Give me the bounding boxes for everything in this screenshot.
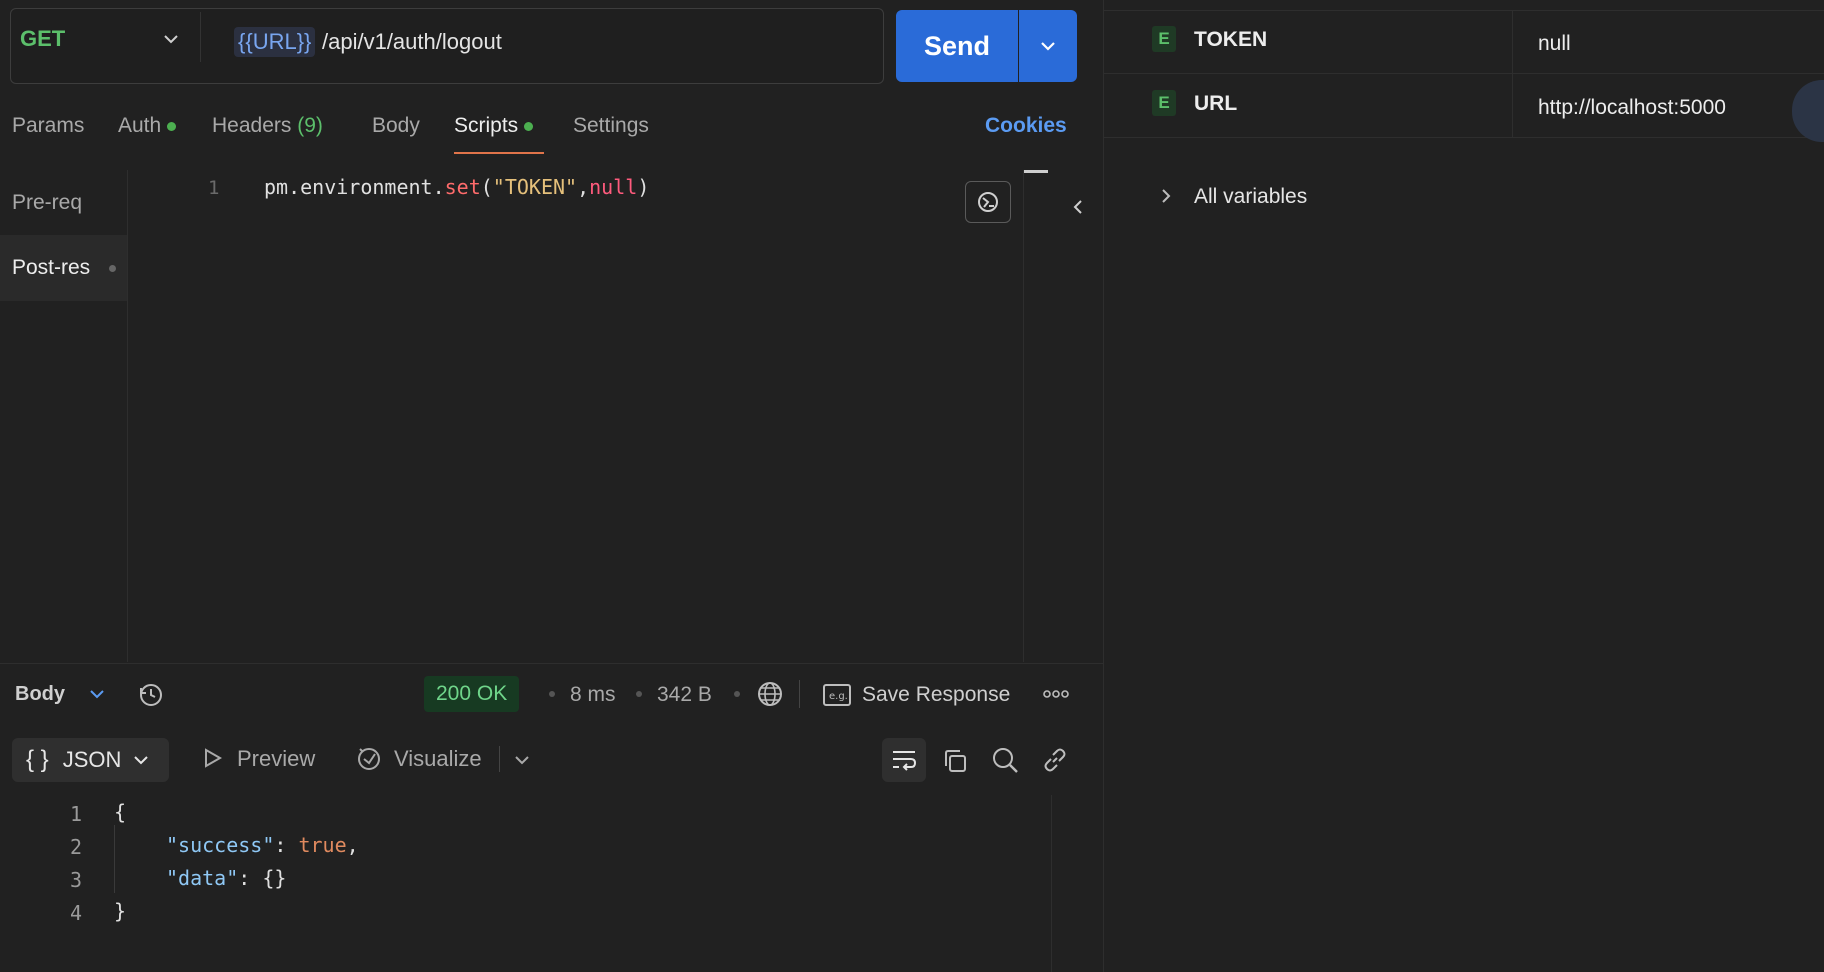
row-divider (1104, 10, 1824, 11)
sidebar-item-pre-request[interactable]: Pre-req (12, 191, 82, 215)
chevron-right-icon[interactable] (1156, 186, 1176, 206)
tab-auth[interactable]: Auth (118, 114, 177, 138)
separator-dot (636, 691, 642, 697)
environment-badge: E (1152, 90, 1176, 116)
code-line: "data": {} (166, 866, 287, 890)
tab-scripts[interactable]: Scripts (454, 114, 534, 138)
line-number: 4 (69, 901, 82, 925)
scrollbar-thumb[interactable] (1024, 170, 1048, 173)
response-size[interactable]: 342 B (657, 683, 712, 707)
row-divider (1104, 137, 1824, 138)
code-line: { (114, 800, 127, 824)
variable-name[interactable]: TOKEN (1194, 28, 1267, 52)
separator-dot (734, 691, 740, 697)
environment-badge: E (1152, 26, 1176, 52)
environment-pane: E TOKEN null E URL http://localhost:5000… (1104, 0, 1824, 972)
response-time[interactable]: 8 ms (570, 683, 616, 707)
chevron-down-icon[interactable] (160, 28, 182, 50)
request-pane: GET {{URL}} /api/v1/auth/logout Send Par… (0, 0, 1103, 972)
search-icon[interactable] (990, 745, 1020, 775)
line-number: 1 (69, 802, 82, 826)
toolbar-divider (499, 746, 500, 772)
save-response-button[interactable]: Save Response (862, 683, 1010, 707)
snippets-button[interactable] (965, 181, 1011, 223)
script-editor[interactable]: pm.environment.set("TOKEN",null) (264, 175, 649, 199)
line-number: 1 (208, 177, 220, 199)
line-number: 2 (69, 835, 82, 859)
visualize-button[interactable]: Visualize (394, 746, 482, 772)
history-icon[interactable] (136, 680, 166, 710)
response-scroll-track[interactable] (1051, 795, 1052, 972)
status-dot (167, 121, 177, 131)
play-icon[interactable] (200, 746, 224, 770)
chevron-down-icon[interactable] (510, 748, 534, 772)
status-badge[interactable]: 200 OK (424, 676, 520, 712)
wrap-icon (893, 751, 917, 771)
indent-guide (114, 825, 115, 893)
avatar (1792, 80, 1824, 142)
row-divider (1104, 73, 1824, 74)
sidebar-item-label[interactable]: Post-res (12, 256, 90, 280)
column-divider (1512, 10, 1513, 138)
chevron-left-icon[interactable] (1066, 195, 1090, 219)
chevron-down-icon (1041, 42, 1055, 51)
example-icon[interactable]: e.g. (822, 682, 852, 708)
visualize-icon[interactable] (354, 743, 384, 773)
url-input[interactable]: /api/v1/auth/logout (322, 29, 502, 55)
all-variables-toggle[interactable]: All variables (1194, 185, 1307, 209)
url-variable[interactable]: {{URL}} (234, 27, 316, 57)
line-number: 3 (69, 868, 82, 892)
preview-button[interactable]: Preview (237, 746, 315, 772)
response-divider[interactable] (0, 663, 1103, 664)
more-options-icon[interactable] (1041, 685, 1071, 703)
editor-gutter-divider (1023, 170, 1024, 662)
method-select[interactable]: GET (20, 26, 65, 52)
url-divider (200, 12, 201, 62)
toolbar-divider (799, 680, 800, 708)
code-line: "success": true, (166, 833, 359, 857)
copy-icon[interactable] (940, 746, 970, 776)
link-icon[interactable] (1040, 745, 1070, 775)
status-dot (524, 121, 534, 131)
wrap-lines-button[interactable] (882, 738, 926, 782)
tab-body[interactable]: Body (372, 114, 420, 138)
chevron-down-icon (134, 756, 149, 765)
send-options-button[interactable] (1019, 10, 1077, 82)
code-line: } (114, 899, 127, 923)
tab-settings[interactable]: Settings (573, 114, 649, 138)
snippet-icon (978, 192, 998, 212)
separator-dot (549, 691, 555, 697)
cookies-link[interactable]: Cookies (985, 114, 1067, 138)
status-dot (109, 265, 116, 272)
variable-name[interactable]: URL (1194, 92, 1237, 116)
active-tab-indicator (454, 152, 544, 154)
variable-value[interactable]: http://localhost:5000 (1538, 96, 1726, 120)
tab-headers[interactable]: Headers (9) (212, 114, 323, 138)
variable-value[interactable]: null (1538, 32, 1571, 56)
svg-text:e.g.: e.g. (829, 691, 848, 702)
format-select[interactable]: { } JSON (12, 738, 169, 782)
response-body-label[interactable]: Body (15, 683, 65, 706)
chevron-down-icon[interactable] (86, 683, 108, 705)
globe-icon[interactable] (755, 679, 785, 709)
tab-params[interactable]: Params (12, 114, 84, 138)
send-button[interactable]: Send (896, 10, 1018, 82)
